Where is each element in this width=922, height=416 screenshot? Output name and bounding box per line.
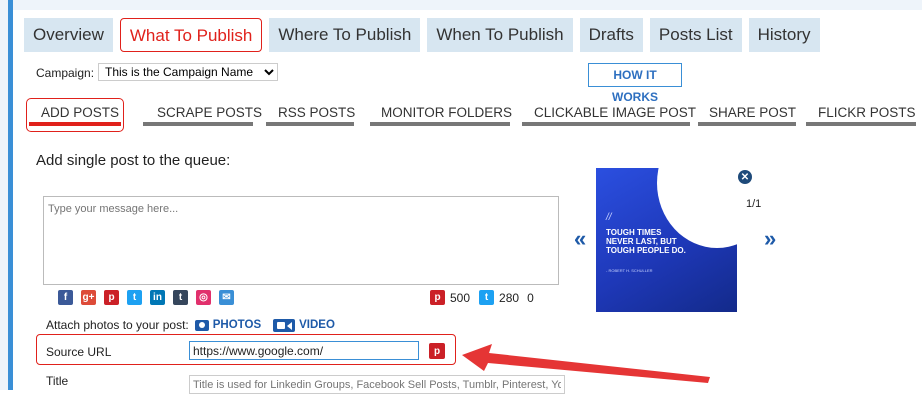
- source-url-label: Source URL: [46, 345, 112, 359]
- subtab-monitor-folders[interactable]: MONITOR FOLDERS: [381, 105, 512, 120]
- subtab-underline: [143, 122, 253, 126]
- google-plus-icon[interactable]: g+: [81, 290, 96, 305]
- quote-line: NEVER LAST, BUT: [606, 237, 677, 246]
- subtab-share-post[interactable]: SHARE POST: [709, 105, 796, 120]
- image-preview: // TOUGH TIMES NEVER LAST, BUT TOUGH PEO…: [596, 168, 737, 312]
- how-it-works-button[interactable]: HOW IT WORKS: [588, 63, 682, 104]
- tab-posts-list[interactable]: Posts List: [649, 18, 742, 52]
- subtab-underline: [806, 122, 916, 126]
- tab-overview[interactable]: Overview: [24, 18, 113, 52]
- twitter-count: 280: [499, 290, 520, 305]
- pinterest-count: 500: [450, 290, 471, 305]
- attach-label: Attach photos to your post:: [46, 318, 189, 332]
- quote-mark-icon: //: [606, 212, 612, 223]
- left-accent-bar: [8, 0, 13, 390]
- subtab-underline: [522, 122, 690, 126]
- quote-line: TOUGH TIMES: [606, 228, 662, 237]
- photos-button[interactable]: PHOTOS: [194, 319, 262, 331]
- tab-when-to-publish[interactable]: When To Publish: [427, 18, 573, 52]
- tumblr-icon[interactable]: t: [173, 290, 188, 305]
- annotation-arrow: [462, 344, 710, 383]
- facebook-icon[interactable]: f: [58, 290, 73, 305]
- twitter-count-icon: t: [479, 290, 495, 305]
- attach-row: Attach photos to your post: PHOTOS VIDEO: [46, 318, 335, 332]
- subtab-rss-posts[interactable]: RSS POSTS: [278, 105, 355, 120]
- email-icon[interactable]: ✉: [219, 290, 234, 305]
- subtab-underline: [370, 122, 510, 126]
- add-posts-highlight: [26, 98, 124, 132]
- photos-label: PHOTOS: [212, 319, 262, 331]
- tab-what-to-publish[interactable]: What To Publish: [119, 18, 263, 52]
- image-counter: 1/1: [746, 198, 762, 210]
- quote-line: TOUGH PEOPLE DO.: [606, 246, 686, 255]
- close-icon[interactable]: ✕: [738, 170, 752, 184]
- prev-image-button[interactable]: «: [574, 226, 586, 252]
- campaign-label: Campaign:: [36, 66, 95, 80]
- other-count: 0: [527, 290, 534, 305]
- tab-where-to-publish[interactable]: Where To Publish: [269, 18, 421, 52]
- video-label: VIDEO: [299, 319, 335, 331]
- main-tabs: Overview What To Publish Where To Publis…: [24, 18, 820, 58]
- tab-history[interactable]: History: [748, 18, 820, 52]
- subtab-flickr-posts[interactable]: FLICKR POSTS: [818, 105, 916, 120]
- pinterest-count-icon: p: [430, 290, 445, 305]
- source-url-input[interactable]: [189, 341, 419, 360]
- campaign-select[interactable]: This is the Campaign Name: [98, 63, 278, 81]
- subtabs: ADD POSTS SCRAPE POSTS RSS POSTS MONITOR…: [26, 98, 916, 132]
- subtab-underline: [266, 122, 354, 126]
- section-heading: Add single post to the queue:: [36, 152, 231, 169]
- next-image-button[interactable]: »: [764, 226, 776, 252]
- social-network-bar: f g+ p t in t ◎ ✉: [58, 290, 234, 305]
- subtab-underline: [698, 122, 796, 126]
- preview-quote: TOUGH TIMES NEVER LAST, BUT TOUGH PEOPLE…: [606, 228, 686, 255]
- video-camera-icon: [273, 318, 296, 332]
- linkedin-icon[interactable]: in: [150, 290, 165, 305]
- instagram-icon[interactable]: ◎: [196, 290, 211, 305]
- left-gutter: [0, 0, 8, 390]
- twitter-icon[interactable]: t: [127, 290, 142, 305]
- preview-author: - ROBERT H. SCHULLER: [606, 268, 653, 273]
- camera-icon: [194, 319, 209, 331]
- pinterest-icon[interactable]: p: [429, 343, 445, 359]
- subtab-clickable-image-post[interactable]: CLICKABLE IMAGE POST: [534, 105, 696, 120]
- tab-drafts[interactable]: Drafts: [579, 18, 643, 52]
- subtab-scrape-posts[interactable]: SCRAPE POSTS: [157, 105, 262, 120]
- pinterest-icon[interactable]: p: [104, 290, 119, 305]
- top-strip: [13, 0, 922, 10]
- video-button[interactable]: VIDEO: [273, 318, 335, 332]
- title-label: Title: [46, 374, 69, 388]
- char-counts: p 500 t 280 0: [430, 290, 534, 305]
- message-input[interactable]: [43, 196, 559, 285]
